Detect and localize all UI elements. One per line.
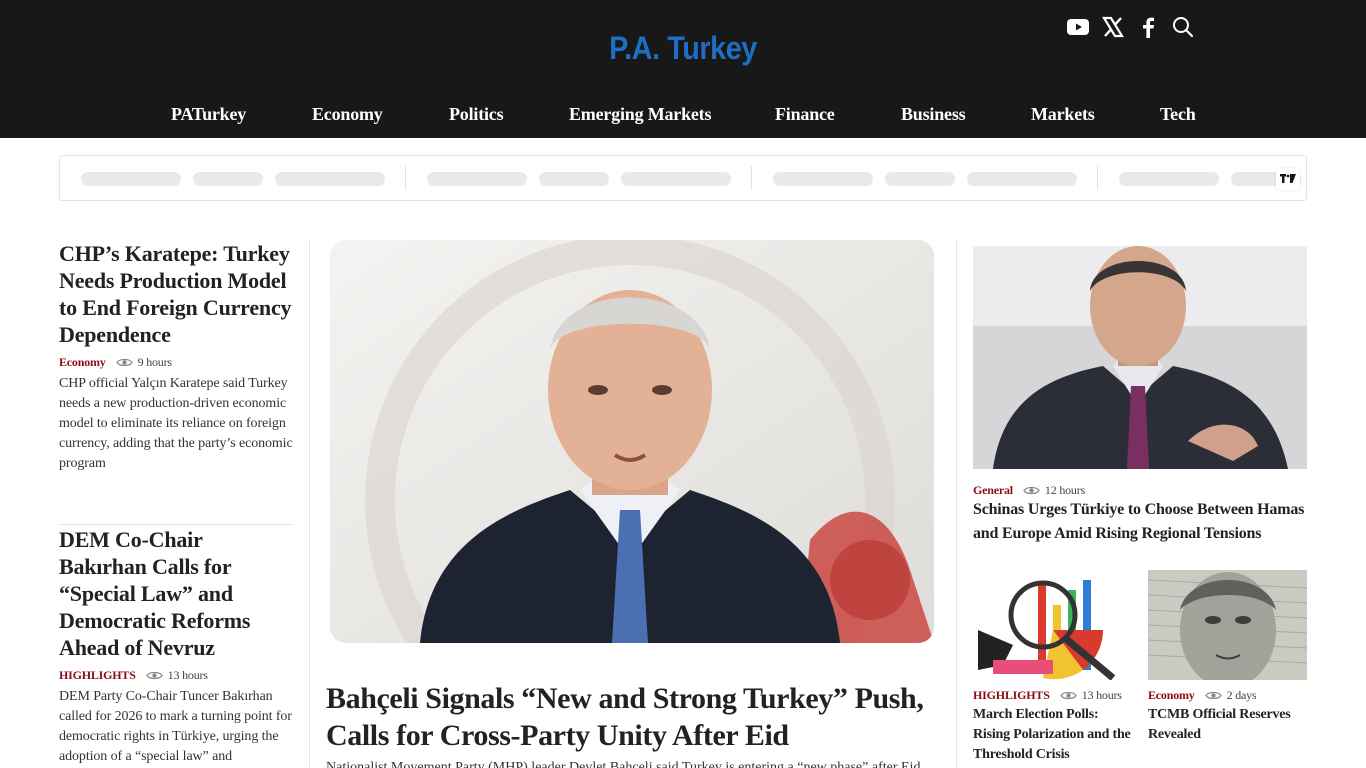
ticker-placeholder — [621, 172, 731, 186]
featured-title[interactable]: Schinas Urges Türkiye to Choose Between … — [973, 498, 1307, 546]
tradingview-logo-icon[interactable] — [1276, 168, 1300, 190]
article-meta: HIGHLIGHTS 13 hours — [59, 665, 293, 685]
ticker-divider — [1097, 166, 1098, 190]
nav-item-emerging-markets[interactable]: Emerging Markets — [569, 104, 711, 125]
article-title[interactable]: DEM Co-Chair Bakırhan Calls for “Special… — [59, 526, 293, 661]
nav-item-paturkey[interactable]: PATurkey — [171, 104, 246, 125]
ticker-placeholder — [81, 172, 181, 186]
nav-item-business[interactable]: Business — [901, 104, 966, 125]
eye-icon — [1023, 485, 1040, 496]
article-excerpt: DEM Party Co-Chair Tuncer Bakırhan calle… — [59, 689, 292, 764]
article-card: DEM Co-Chair Bakırhan Calls for “Special… — [59, 526, 293, 767]
ticker-placeholder — [539, 172, 609, 186]
nav-item-finance[interactable]: Finance — [775, 104, 835, 125]
article-divider — [59, 524, 293, 525]
nav-item-politics[interactable]: Politics — [449, 104, 504, 125]
category-label[interactable]: General — [973, 483, 1013, 498]
ticker-placeholder — [885, 172, 955, 186]
site-header: P.A. Turkey PATurkey Economy Politics Em… — [0, 0, 1366, 138]
nav-item-tech[interactable]: Tech — [1160, 104, 1196, 125]
market-ticker[interactable] — [59, 155, 1307, 201]
social-links — [1066, 14, 1206, 40]
x-icon[interactable] — [1101, 14, 1125, 40]
nav-item-economy[interactable]: Economy — [312, 104, 383, 125]
ticker-placeholder — [773, 172, 873, 186]
category-label[interactable]: Economy — [59, 355, 106, 370]
article-thumbnail[interactable] — [973, 570, 1133, 680]
time-ago: 12 hours — [1044, 482, 1085, 497]
facebook-icon[interactable] — [1136, 14, 1160, 40]
article-meta: HIGHLIGHTS 13 hours — [973, 685, 1133, 705]
article-card: HIGHLIGHTS 13 hours March Election Polls… — [973, 570, 1133, 765]
ticker-placeholder — [1119, 172, 1219, 186]
ticker-placeholder — [193, 172, 263, 186]
eye-icon — [145, 670, 163, 681]
hero-excerpt: Nationalist Movement Party (MHP) leader … — [326, 760, 921, 768]
youtube-icon[interactable] — [1066, 14, 1090, 40]
ticker-divider — [405, 166, 406, 190]
article-meta: Economy 2 days — [1148, 685, 1307, 705]
article-excerpt: CHP official Yalçın Karatepe said Turkey… — [59, 376, 293, 471]
time-ago: 13 hours — [167, 667, 208, 682]
article-card: CHP’s Karatepe: Turkey Needs Production … — [59, 240, 293, 474]
search-icon[interactable] — [1171, 14, 1195, 40]
ticker-placeholder — [275, 172, 385, 186]
main-nav: PATurkey Economy Politics Emerging Marke… — [0, 104, 1366, 134]
featured-image[interactable] — [973, 246, 1307, 469]
category-label[interactable]: HIGHLIGHTS — [973, 688, 1050, 703]
eye-icon — [1204, 690, 1222, 701]
eye-icon — [115, 357, 133, 368]
time-ago: 9 hours — [137, 354, 172, 369]
hero-image[interactable] — [330, 240, 934, 643]
column-divider — [309, 240, 310, 768]
article-thumbnail[interactable] — [1148, 570, 1307, 680]
time-ago: 13 hours — [1081, 687, 1122, 702]
nav-item-markets[interactable]: Markets — [1031, 104, 1095, 125]
article-card: Economy 2 days TCMB Official Reserves Re… — [1148, 570, 1307, 745]
eye-icon — [1059, 690, 1077, 701]
column-divider — [956, 240, 957, 768]
ticker-divider — [751, 166, 752, 190]
category-label[interactable]: Economy — [1148, 688, 1195, 703]
time-ago: 2 days — [1226, 687, 1257, 702]
article-title[interactable]: March Election Polls: Rising Polarizatio… — [973, 705, 1133, 765]
article-title[interactable]: TCMB Official Reserves Revealed — [1148, 705, 1307, 745]
category-label[interactable]: HIGHLIGHTS — [59, 668, 136, 683]
article-meta: General 12 hours — [973, 480, 1085, 500]
hero-title[interactable]: Bahçeli Signals “New and Strong Turkey” … — [326, 680, 936, 754]
article-title[interactable]: CHP’s Karatepe: Turkey Needs Production … — [59, 240, 293, 348]
article-meta: Economy 9 hours — [59, 352, 293, 372]
ticker-placeholder — [427, 172, 527, 186]
ticker-placeholder — [967, 172, 1077, 186]
